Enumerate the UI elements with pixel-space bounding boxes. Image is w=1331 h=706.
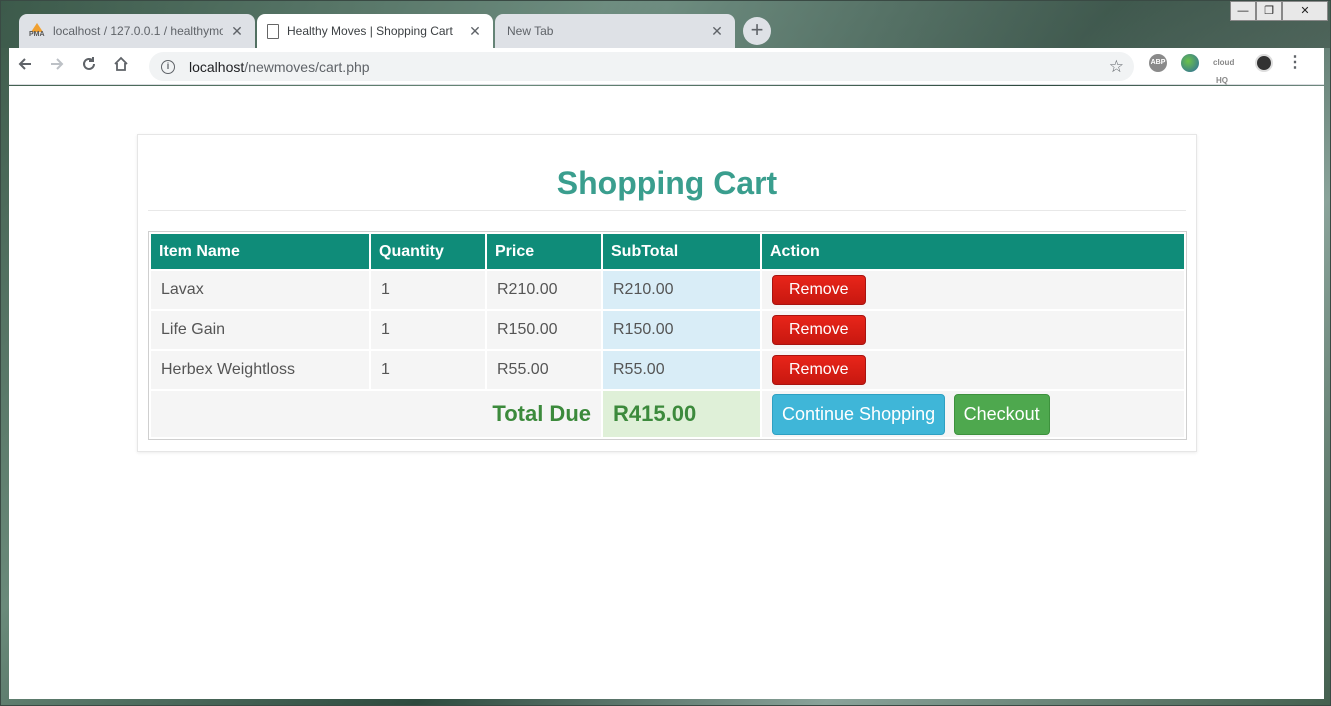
url-text: localhost/newmoves/cart.php: [189, 58, 370, 75]
checkout-button[interactable]: Checkout: [953, 393, 1050, 435]
item-price: R210.00: [487, 271, 601, 309]
forward-button[interactable]: [41, 50, 73, 82]
tab-title: localhost / 127.0.0.1 / healthymo: [53, 24, 223, 38]
address-bar[interactable]: i localhost/newmoves/cart.php ☆: [149, 52, 1134, 81]
item-price: R55.00: [487, 351, 601, 389]
checkout-actions: Continue Shopping Checkout: [762, 391, 1184, 437]
table-row: Life Gain 1 R150.00 R150.00 Remove: [151, 311, 1184, 349]
remove-button[interactable]: Remove: [772, 275, 866, 305]
star-icon[interactable]: ☆: [1109, 57, 1124, 77]
document-icon: [267, 23, 279, 39]
tab-strip: PMA localhost / 127.0.0.1 / healthymo ✕ …: [1, 1, 1331, 48]
item-quantity: 1: [371, 351, 485, 389]
arrow-right-icon: [51, 58, 64, 70]
remove-button[interactable]: Remove: [772, 355, 866, 385]
adblock-icon[interactable]: ABP: [1149, 54, 1167, 72]
profile-avatar[interactable]: [1255, 54, 1273, 72]
browser-toolbar: i localhost/newmoves/cart.php ☆ ABP clou…: [9, 48, 1324, 85]
item-subtotal: R210.00: [603, 271, 760, 309]
extensions-area: ABP cloud HQ ⋮: [1149, 54, 1307, 85]
total-due-label: Total Due: [151, 391, 601, 437]
item-subtotal: R55.00: [603, 351, 760, 389]
reload-button[interactable]: [73, 50, 105, 82]
close-window-button[interactable]: ✕: [1282, 1, 1328, 21]
column-header: Item Name: [151, 234, 369, 269]
page-title: Shopping Cart: [148, 165, 1186, 211]
item-name: Herbex Weightloss: [151, 351, 369, 389]
column-header: SubTotal: [603, 234, 760, 269]
tab-title: New Tab: [507, 24, 554, 38]
item-quantity: 1: [371, 271, 485, 309]
home-icon: [114, 56, 128, 71]
page-viewport: Shopping Cart Item Name Quantity Price S…: [9, 86, 1324, 699]
remove-button[interactable]: Remove: [772, 315, 866, 345]
column-header: Action: [762, 234, 1184, 269]
reload-icon: [83, 57, 95, 70]
back-button[interactable]: [9, 50, 41, 82]
arrow-left-icon: [18, 58, 31, 70]
pma-icon: PMA: [29, 23, 45, 39]
minimize-button[interactable]: —: [1230, 1, 1256, 21]
close-icon[interactable]: ✕: [229, 23, 245, 40]
new-tab-button[interactable]: +: [743, 17, 771, 45]
browser-window: PMA localhost / 127.0.0.1 / healthymo ✕ …: [0, 0, 1331, 706]
close-icon[interactable]: ✕: [709, 23, 725, 40]
action-cell: Remove: [762, 271, 1184, 309]
action-cell: Remove: [762, 311, 1184, 349]
table-row: Lavax 1 R210.00 R210.00 Remove: [151, 271, 1184, 309]
total-row: Total Due R415.00 Continue Shopping Chec…: [151, 391, 1184, 437]
item-quantity: 1: [371, 311, 485, 349]
total-due-value: R415.00: [603, 391, 760, 437]
tab-title: Healthy Moves | Shopping Cart: [287, 24, 453, 38]
cart-table: Item Name Quantity Price SubTotal Action…: [148, 231, 1187, 440]
maximize-button[interactable]: ❐: [1256, 1, 1282, 21]
action-cell: Remove: [762, 351, 1184, 389]
item-price: R150.00: [487, 311, 601, 349]
table-row: Herbex Weightloss 1 R55.00 R55.00 Remove: [151, 351, 1184, 389]
cart-panel: Shopping Cart Item Name Quantity Price S…: [137, 134, 1197, 452]
continue-shopping-button[interactable]: Continue Shopping: [772, 393, 946, 435]
item-name: Life Gain: [151, 311, 369, 349]
table-header-row: Item Name Quantity Price SubTotal Action: [151, 234, 1184, 269]
tab-new-tab[interactable]: New Tab ✕: [495, 14, 735, 48]
home-button[interactable]: [105, 50, 137, 82]
window-controls: — ❐ ✕: [1230, 1, 1328, 21]
tab-phpmyadmin[interactable]: PMA localhost / 127.0.0.1 / healthymo ✕: [19, 14, 255, 48]
column-header: Quantity: [371, 234, 485, 269]
info-icon[interactable]: i: [161, 59, 175, 74]
globe-extension-icon[interactable]: [1181, 54, 1199, 72]
item-subtotal: R150.00: [603, 311, 760, 349]
menu-icon[interactable]: ⋮: [1287, 54, 1303, 72]
close-icon[interactable]: ✕: [467, 23, 483, 40]
cloudhq-icon[interactable]: cloud HQ: [1213, 54, 1234, 85]
column-header: Price: [487, 234, 601, 269]
tab-shopping-cart[interactable]: Healthy Moves | Shopping Cart ✕: [257, 14, 493, 48]
item-name: Lavax: [151, 271, 369, 309]
